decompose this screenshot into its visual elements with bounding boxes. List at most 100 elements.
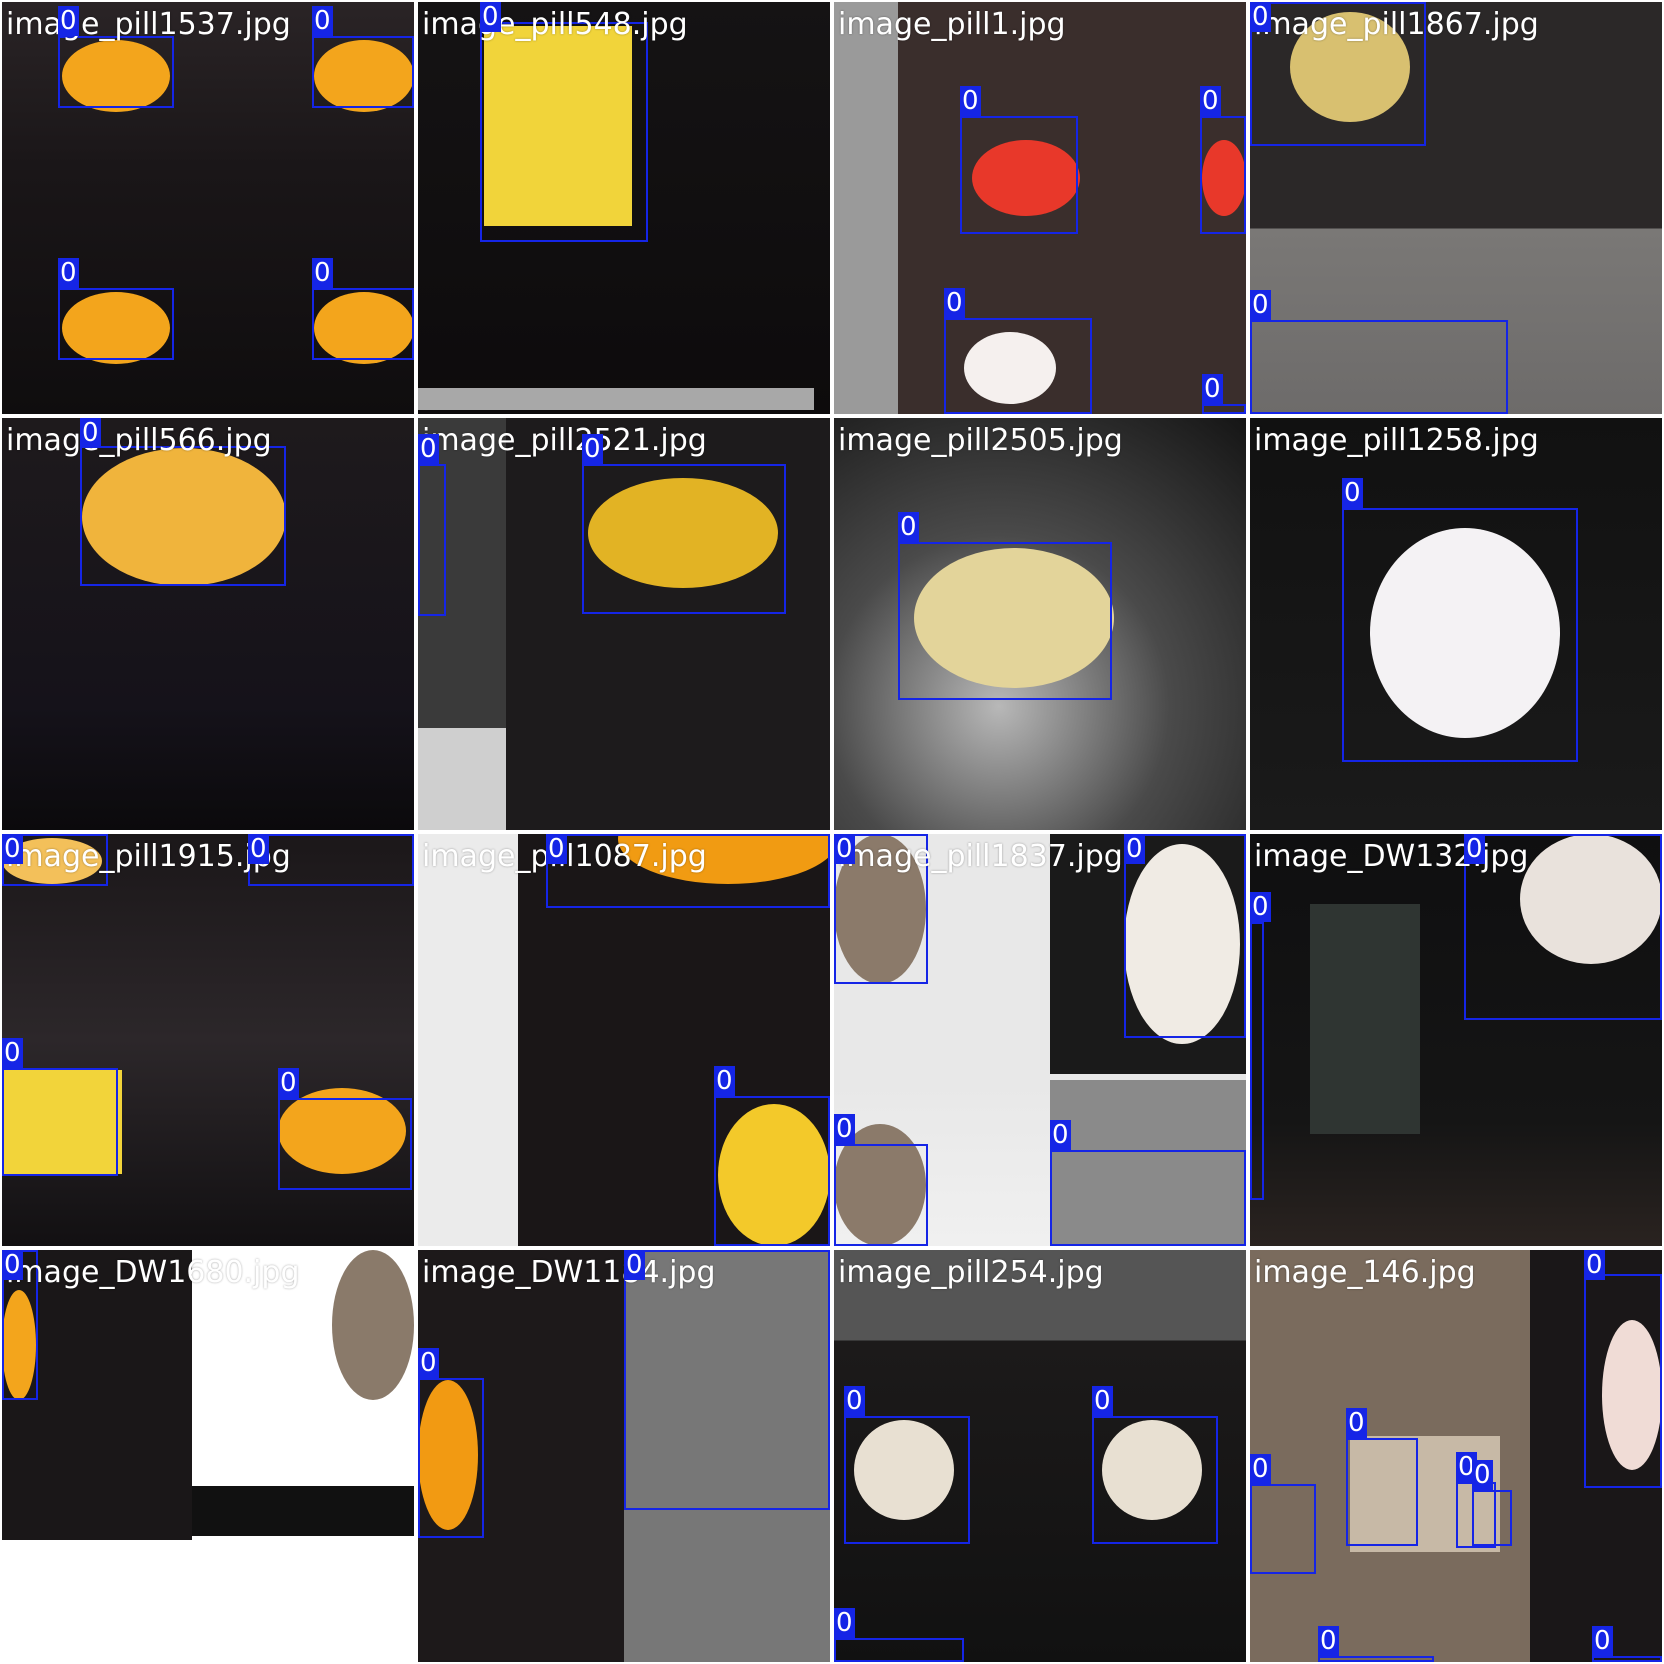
detection-class-label: 0	[624, 1250, 645, 1280]
detection-class-label: 0	[1200, 86, 1221, 116]
image-caption: image_pill2505.jpg	[838, 423, 1123, 458]
image-tile: image_pill1867.jpg 0 0	[1250, 2, 1662, 414]
detection-class-label: 0	[2, 834, 23, 864]
image-tile: image_DW132.jpg 0 0	[1250, 834, 1662, 1246]
image-caption: image_pill1867.jpg	[1254, 7, 1539, 42]
detection-box	[944, 318, 1092, 414]
detection-class-label: 0	[1584, 1250, 1605, 1280]
detection-class-label: 0	[1592, 1626, 1613, 1656]
detection-class-label: 0	[248, 834, 269, 864]
detection-class-label: 0	[278, 1068, 299, 1098]
image-caption: image_DW132.jpg	[1254, 839, 1529, 874]
photo-object	[418, 728, 506, 830]
detection-class-label: 0	[1472, 1460, 1493, 1490]
image-tile: image_DW1680.jpg 0	[2, 1250, 414, 1662]
detection-box	[714, 1096, 830, 1246]
detection-class-label: 0	[944, 288, 965, 318]
image-caption: image_pill1.jpg	[838, 7, 1066, 42]
detection-box	[1250, 922, 1264, 1200]
detection-box	[1202, 404, 1246, 414]
detection-class-label: 0	[1346, 1408, 1367, 1438]
detection-class-label: 0	[58, 6, 79, 36]
detection-box	[418, 1378, 484, 1538]
detection-box	[58, 36, 174, 108]
detection-class-label: 0	[1092, 1386, 1113, 1416]
detection-class-label: 0	[1250, 892, 1271, 922]
detection-class-label: 0	[898, 512, 919, 542]
detection-class-label: 0	[2, 1038, 23, 1068]
image-caption: image_pill2521.jpg	[422, 423, 707, 458]
detection-class-label: 0	[960, 86, 981, 116]
detection-box	[312, 36, 414, 108]
photo-object	[2, 1540, 192, 1662]
detection-box	[312, 288, 414, 360]
detection-class-label: 0	[80, 418, 101, 448]
detection-box	[960, 116, 1078, 234]
image-tile: image_pill1.jpg 0 0 0 0	[834, 2, 1246, 414]
detection-class-label: 0	[1342, 478, 1363, 508]
detection-box	[1250, 320, 1508, 414]
image-tile: image_pill1537.jpg 0 0 0 0	[2, 2, 414, 414]
image-caption: image_pill1837.jpg	[838, 839, 1123, 874]
detection-class-label: 0	[480, 2, 501, 32]
detection-box	[1200, 116, 1246, 234]
detection-box	[1584, 1274, 1662, 1488]
detection-box	[834, 1638, 964, 1662]
detection-box	[278, 1098, 412, 1190]
image-tile: image_146.jpg 0 0 0 0 0 0 0	[1250, 1250, 1662, 1662]
detection-box	[2, 1068, 118, 1176]
detection-class-label: 0	[834, 834, 855, 864]
photo-object	[418, 388, 814, 410]
photo-object	[1310, 904, 1420, 1134]
detection-class-label: 0	[582, 434, 603, 464]
detection-box	[898, 542, 1112, 700]
detection-box	[1472, 1490, 1512, 1546]
image-caption: image_DW1680.jpg	[6, 1255, 300, 1290]
detection-class-label: 0	[58, 258, 79, 288]
image-caption: image_146.jpg	[1254, 1255, 1476, 1290]
detection-grid: image_pill1537.jpg 0 0 0 0 image_pill548.jpg 0…	[0, 0, 1664, 1664]
image-tile: image_pill1837.jpg 0 0 0 0	[834, 834, 1246, 1246]
detection-box	[834, 1144, 928, 1246]
detection-box	[58, 288, 174, 360]
image-tile: image_pill548.jpg 0	[418, 2, 830, 414]
detection-class-label: 0	[1318, 1626, 1339, 1656]
detection-class-label: 0	[1250, 1454, 1271, 1484]
image-caption: image_pill254.jpg	[838, 1255, 1104, 1290]
image-caption: image_pill1537.jpg	[6, 7, 291, 42]
detection-class-label: 0	[844, 1386, 865, 1416]
detection-class-label: 0	[312, 6, 333, 36]
detection-box	[1318, 1656, 1434, 1662]
detection-class-label: 0	[312, 258, 333, 288]
image-tile: image_pill566.jpg 0	[2, 418, 414, 830]
detection-class-label: 0	[834, 1608, 855, 1638]
detection-class-label: 0	[834, 1114, 855, 1144]
detection-box	[582, 464, 786, 614]
detection-box	[1250, 1484, 1316, 1574]
image-tile: image_pill1087.jpg00	[418, 834, 830, 1246]
image-caption: image_pill566.jpg	[6, 423, 272, 458]
detection-box	[1592, 1656, 1662, 1662]
detection-class-label: 0	[714, 1066, 735, 1096]
detection-box	[1346, 1438, 1418, 1546]
detection-class-label: 0	[1250, 2, 1271, 32]
image-tile: image_pill2521.jpg 0 0	[418, 418, 830, 830]
detection-class-label: 0	[546, 834, 567, 864]
image-tile: image_pill254.jpg 0 0 0	[834, 1250, 1246, 1662]
image-caption: image_pill1258.jpg	[1254, 423, 1539, 458]
detection-class-label: 0	[418, 1348, 439, 1378]
detection-box	[1092, 1416, 1218, 1544]
detection-box	[1342, 508, 1578, 762]
detection-class-label: 0	[1250, 290, 1271, 320]
detection-class-label: 0	[1202, 374, 1223, 404]
detection-box	[1124, 834, 1246, 1038]
image-caption: image_pill548.jpg	[422, 7, 688, 42]
detection-class-label: 0	[1124, 834, 1145, 864]
image-caption: image_DW1184.jpg	[422, 1255, 716, 1290]
detection-class-label: 0	[1464, 834, 1485, 864]
image-tile: image_pill1915.jpg 0 0 0 0	[2, 834, 414, 1246]
detection-class-label: 0	[418, 434, 439, 464]
image-tile: image_pill2505.jpg 0	[834, 418, 1246, 830]
detection-box	[480, 22, 648, 242]
detection-box	[80, 446, 286, 586]
